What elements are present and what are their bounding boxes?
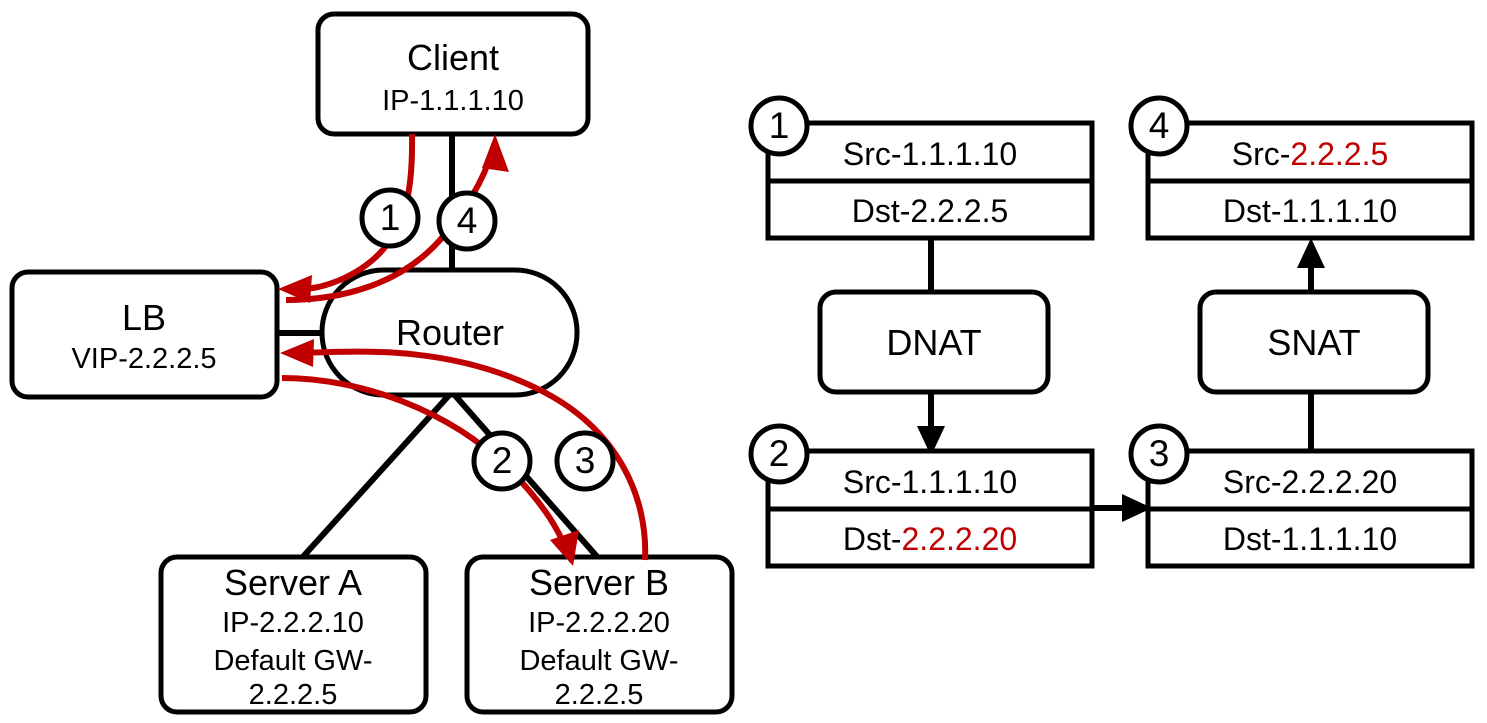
node-lb[interactable]: LB VIP-2.2.2.5 bbox=[9, 269, 280, 400]
server-a-gw-value: 2.2.2.5 bbox=[249, 679, 338, 711]
link-router-server-a bbox=[297, 389, 455, 563]
packet-4-src-value: 2.2.2.5 bbox=[1290, 136, 1388, 172]
packet-2-dst: Dst-2.2.2.20 bbox=[843, 521, 1017, 557]
packet-1-dst-label: Dst- bbox=[852, 193, 911, 229]
server-b-gw-label: Default GW- bbox=[519, 645, 678, 677]
server-b-title: Server B bbox=[529, 562, 669, 603]
packet-3[interactable]: Src-2.2.2.20 Dst-1.1.1.10 3 bbox=[1128, 423, 1475, 569]
flow-2-lb-to-server-b bbox=[281, 375, 579, 566]
topology-badge-3[interactable]: 3 bbox=[554, 430, 616, 492]
packet-4-src-label: Src- bbox=[1232, 136, 1291, 172]
topology-badge-4[interactable]: 4 bbox=[436, 190, 498, 252]
packet-3-src: Src-2.2.2.20 bbox=[1223, 464, 1397, 500]
client-ip: IP-1.1.1.10 bbox=[382, 85, 524, 117]
snat-label: SNAT bbox=[1267, 322, 1360, 363]
packet-2-src: Src-1.1.1.10 bbox=[843, 464, 1017, 500]
packet-4-badge-label: 4 bbox=[1149, 105, 1170, 146]
flow-4-arrowhead bbox=[482, 134, 509, 172]
packet-2-dst-value: 2.2.2.20 bbox=[902, 521, 1018, 557]
network-nat-diagram: Client IP-1.1.1.10 LB VIP-2.2.2.5 Router… bbox=[0, 0, 1487, 723]
lb-title: LB bbox=[122, 297, 166, 338]
packet-1-dst-value: 2.2.2.5 bbox=[910, 193, 1008, 229]
snat-operation[interactable]: SNAT bbox=[1197, 289, 1431, 395]
packet-1[interactable]: Src-1.1.1.10 Dst-2.2.2.5 1 bbox=[748, 95, 1095, 241]
packet-4-dst-label: Dst- bbox=[1223, 193, 1282, 229]
node-server-a[interactable]: Server A IP-2.2.2.10 Default GW- 2.2.2.5 bbox=[158, 554, 429, 715]
topology-badge-1[interactable]: 1 bbox=[359, 187, 421, 249]
badge-3-label: 3 bbox=[575, 440, 596, 481]
server-a-ip: IP-2.2.2.10 bbox=[222, 607, 364, 639]
packet-4-src: Src-2.2.2.5 bbox=[1232, 136, 1389, 172]
packet-4[interactable]: Src-2.2.2.5 Dst-1.1.1.10 4 bbox=[1128, 95, 1475, 241]
server-b-ip: IP-2.2.2.20 bbox=[528, 607, 670, 639]
client-title: Client bbox=[407, 37, 499, 78]
server-b-gw-value: 2.2.2.5 bbox=[555, 679, 644, 711]
packet-4-dst: Dst-1.1.1.10 bbox=[1223, 193, 1397, 229]
topology-panel: Client IP-1.1.1.10 LB VIP-2.2.2.5 Router… bbox=[9, 11, 735, 715]
badge-2-label: 2 bbox=[492, 440, 513, 481]
node-server-b[interactable]: Server B IP-2.2.2.20 Default GW- 2.2.2.5 bbox=[464, 554, 735, 715]
diagram-canvas: Client IP-1.1.1.10 LB VIP-2.2.2.5 Router… bbox=[9, 11, 1475, 715]
connector-snat-packet4-arrowhead bbox=[1297, 238, 1325, 268]
router-title: Router bbox=[396, 312, 504, 353]
badge-4-label: 4 bbox=[457, 200, 478, 241]
packet-flow-panel: Src-1.1.1.10 Dst-2.2.2.5 1 Src-2.2.2.5 D… bbox=[748, 95, 1475, 569]
badge-1-label: 1 bbox=[380, 197, 401, 238]
packet-1-src: Src-1.1.1.10 bbox=[843, 136, 1017, 172]
dnat-operation[interactable]: DNAT bbox=[817, 289, 1051, 395]
packet-4-dst-value: 1.1.1.10 bbox=[1282, 193, 1398, 229]
packet-1-dst: Dst-2.2.2.5 bbox=[852, 193, 1009, 229]
node-client[interactable]: Client IP-1.1.1.10 bbox=[315, 11, 591, 137]
packet-2-dst-label: Dst- bbox=[843, 521, 902, 557]
packet-2[interactable]: Src-1.1.1.10 Dst-2.2.2.20 2 bbox=[748, 423, 1095, 569]
topology-badge-2[interactable]: 2 bbox=[471, 430, 533, 492]
packet-2-src-label: Src- bbox=[843, 464, 902, 500]
flow-3-arrowhead bbox=[280, 339, 314, 367]
packet-3-dst-label: Dst- bbox=[1223, 521, 1282, 557]
packet-1-badge-label: 1 bbox=[769, 105, 790, 146]
packet-1-src-value: 1.1.1.10 bbox=[902, 136, 1018, 172]
packet-2-src-value: 1.1.1.10 bbox=[902, 464, 1018, 500]
packet-3-src-label: Src- bbox=[1223, 464, 1282, 500]
packet-3-src-value: 2.2.2.20 bbox=[1282, 464, 1398, 500]
packet-2-badge-label: 2 bbox=[769, 433, 790, 474]
packet-1-src-label: Src- bbox=[843, 136, 902, 172]
server-a-gw-label: Default GW- bbox=[213, 645, 372, 677]
packet-3-dst: Dst-1.1.1.10 bbox=[1223, 521, 1397, 557]
server-a-title: Server A bbox=[224, 562, 362, 603]
packet-3-badge-label: 3 bbox=[1149, 433, 1170, 474]
dnat-label: DNAT bbox=[886, 322, 981, 363]
packet-3-dst-value: 1.1.1.10 bbox=[1282, 521, 1398, 557]
lb-vip: VIP-2.2.2.5 bbox=[71, 343, 216, 375]
